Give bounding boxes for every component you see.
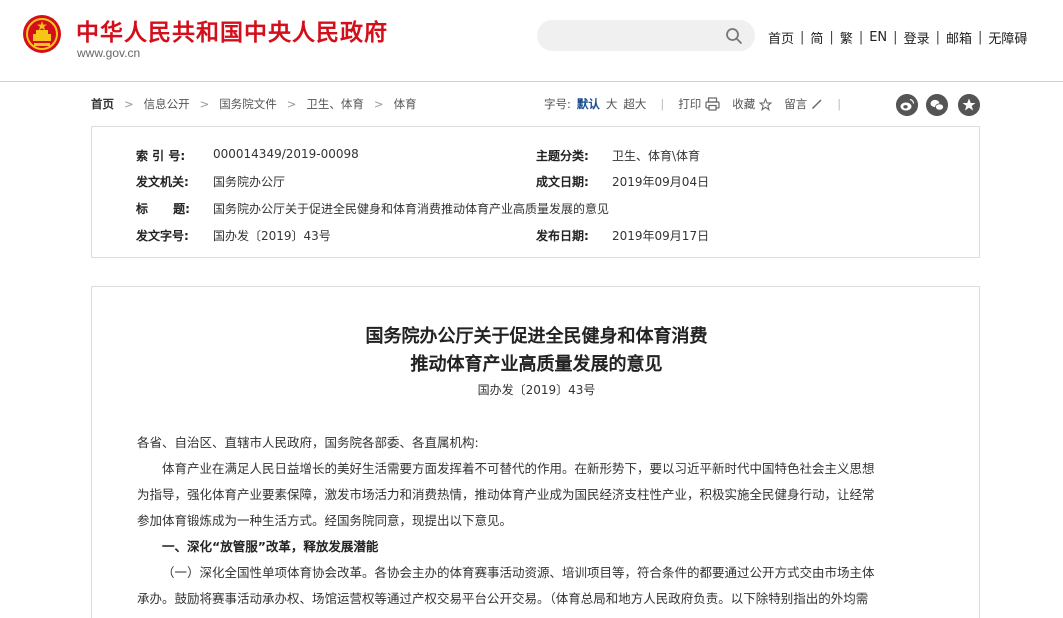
breadcrumb-health-sports[interactable]: 卫生、体育 <box>306 96 364 112</box>
doc-number-label: 发文字号: <box>136 229 189 243</box>
article-paragraph-line: 承办。鼓励将赛事活动承办权、场馆运营权等通过产权交易平台公开交易。（体育总局和地… <box>137 591 869 606</box>
nav-accessibility[interactable]: 无障碍 <box>988 28 1027 47</box>
article-salutation: 各省、自治区、直辖市人民政府，国务院各部委、各直属机构: <box>137 435 479 450</box>
index-label: 索 引 号: <box>136 149 186 163</box>
tools-separator: | <box>837 97 842 111</box>
breadcrumb-state-council-docs[interactable]: 国务院文件 <box>219 96 277 112</box>
favorite-button[interactable]: 收藏 <box>732 96 755 112</box>
article-paragraph-line: （一）深化全国性单项体育协会改革。各协会主办的体育赛事活动资源、培训项目等，符合… <box>162 565 875 580</box>
article-title-line1: 国务院办公厅关于促进全民健身和体育消费 <box>365 326 708 347</box>
nav-separator: | <box>800 30 805 45</box>
breadcrumb-sports[interactable]: 体育 <box>394 96 417 112</box>
article-body: 国务院办公厅关于促进全民健身和体育消费 推动体育产业高质量发展的意见 国办发〔2… <box>91 286 980 618</box>
font-default-button[interactable]: 默认 <box>577 96 600 112</box>
breadcrumb-arrow-icon: > <box>373 97 384 111</box>
breadcrumb-arrow-icon: > <box>199 97 210 111</box>
nav-traditional[interactable]: 繁 <box>840 28 853 47</box>
nav-mail[interactable]: 邮箱 <box>946 28 972 47</box>
top-nav: 首页 | 简 | 繁 | EN | 登录 | 邮箱 | 无障碍 <box>768 28 1027 47</box>
article-paragraph-line: 参加体育锻炼成为一种生活方式。经国务院同意，现提出以下意见。 <box>137 513 513 528</box>
published-date-label: 发布日期: <box>536 229 589 243</box>
font-large-button[interactable]: 大 <box>606 96 618 112</box>
site-header: 中华人民共和国中央人民政府 www.gov.cn 首页 | 简 | 繁 | EN… <box>0 0 1063 82</box>
topic-label: 主题分类: <box>536 149 589 163</box>
breadcrumb-arrow-icon: > <box>124 97 134 111</box>
article-paragraph-line: 体育产业在满足人民日益增长的美好生活需要方面发挥着不可替代的作用。在新形势下，要… <box>162 461 875 476</box>
nav-login[interactable]: 登录 <box>904 28 930 47</box>
topic-value: 卫生、体育\体育 <box>612 149 701 163</box>
printer-icon[interactable] <box>705 97 720 111</box>
site-url[interactable]: www.gov.cn <box>77 46 140 60</box>
nav-home[interactable]: 首页 <box>768 28 794 47</box>
index-value: 000014349/2019-00098 <box>213 147 359 161</box>
nav-separator: | <box>893 30 898 45</box>
star-icon[interactable] <box>958 94 980 116</box>
search-icon[interactable] <box>725 27 743 45</box>
national-emblem-icon[interactable] <box>22 14 62 54</box>
search-input[interactable] <box>537 20 755 51</box>
site-title[interactable]: 中华人民共和国中央人民政府 <box>76 13 388 47</box>
comment-button[interactable]: 留言 <box>784 96 807 112</box>
font-size-label: 字号: <box>544 97 571 111</box>
document-info-panel: 索 引 号: 000014349/2019-00098 主题分类: 卫生、体育\… <box>91 126 980 258</box>
nav-separator: | <box>977 30 983 45</box>
article-section-heading: 一、深化“放管服”改革，释放发展潜能 <box>162 539 379 554</box>
nav-separator: | <box>858 30 864 45</box>
article-paragraph-line: 为指导，强化体育产业要素保障，激发市场活力和消费热情，推动体育产业成为国民经济支… <box>137 487 875 502</box>
star-outline-icon[interactable] <box>759 97 773 111</box>
nav-simplified[interactable]: 简 <box>810 28 823 47</box>
breadcrumb-home[interactable]: 首页 <box>91 96 114 112</box>
font-xlarge-button[interactable]: 超大 <box>623 96 646 112</box>
published-date-value: 2019年09月17日 <box>612 229 710 243</box>
title-label: 标 题: <box>136 202 190 216</box>
nav-separator: | <box>829 30 834 45</box>
issuer-label: 发文机关: <box>136 175 189 189</box>
breadcrumb-arrow-icon: > <box>286 97 297 111</box>
wechat-icon[interactable] <box>926 94 948 116</box>
title-value: 国务院办公厅关于促进全民健身和体育消费推动体育产业高质量发展的意见 <box>213 202 610 216</box>
tools-separator: | <box>660 97 665 111</box>
article-doc-number: 国办发〔2019〕43号 <box>477 383 596 397</box>
nav-separator: | <box>935 30 940 45</box>
doc-number-value: 国办发〔2019〕43号 <box>213 229 331 243</box>
article-title-line2: 推动体育产业高质量发展的意见 <box>410 354 663 375</box>
breadcrumb-info-public[interactable]: 信息公开 <box>144 96 190 112</box>
written-date-label: 成文日期: <box>536 175 589 189</box>
written-date-value: 2019年09月04日 <box>612 175 710 189</box>
nav-english[interactable]: EN <box>869 30 887 45</box>
page-tools: 字号: 默认 大 超大 | 打印 收藏 留言 | <box>544 96 855 112</box>
header-divider <box>0 81 1063 82</box>
weibo-icon[interactable] <box>896 94 918 116</box>
breadcrumb: 首页 > 信息公开 > 国务院文件 > 卫生、体育 > 体育 <box>91 96 417 112</box>
issuer-value: 国务院办公厅 <box>213 175 286 189</box>
print-button[interactable]: 打印 <box>678 96 701 112</box>
pencil-icon[interactable] <box>811 98 823 110</box>
